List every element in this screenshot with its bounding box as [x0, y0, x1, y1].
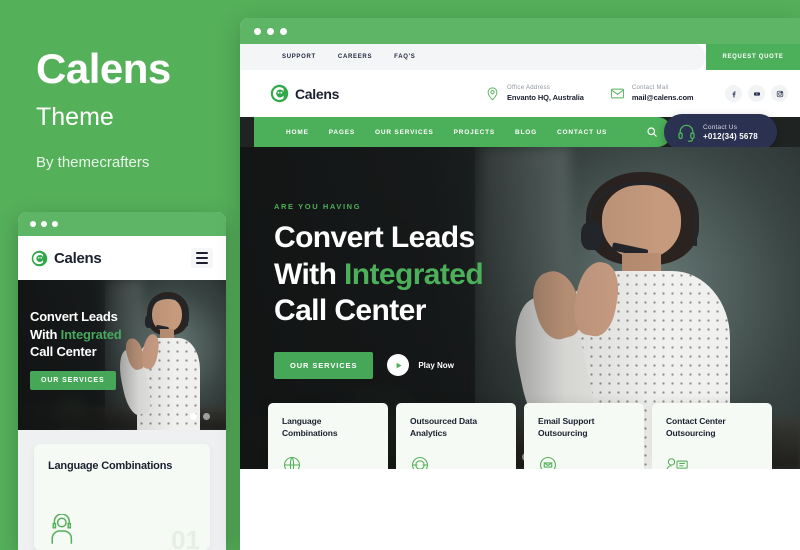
headset-icon [678, 124, 695, 142]
promo-byline: By themecrafters [36, 154, 150, 171]
nav-link-blog[interactable]: BLOG [515, 129, 537, 136]
site-header: Calens Office Address Envanto HQ, Austra… [240, 70, 800, 117]
agent-headset-icon [51, 514, 73, 544]
play-now-label: Play Now [418, 360, 454, 370]
mobile-header: Calens [18, 236, 226, 280]
service-card[interactable]: Outsourced Data Analytics [396, 403, 516, 469]
hero-line2: With Integrated [274, 257, 484, 291]
site-logo-text: Calens [295, 85, 340, 102]
service-card-title: Contact Center Outsourcing [666, 416, 726, 438]
envelope-icon [610, 88, 624, 99]
mail-label: Contact Mail [631, 85, 669, 91]
service-card[interactable]: Contact Center Outsourcing [652, 403, 772, 469]
site-nav-bar: HOME PAGES OUR SERVICES PROJECTS BLOG CO… [240, 114, 800, 150]
hero-actions: OUR SERVICES Play Now [274, 351, 483, 379]
mobile-mockup: Calens Convert Leads With Integrated Cal… [18, 212, 226, 550]
service-card[interactable]: Language Combinations [268, 403, 388, 469]
mobile-logo-text: Calens [54, 249, 102, 267]
facebook-icon[interactable] [725, 85, 742, 102]
mobile-hero-text: Convert Leads With Integrated Call Cente… [30, 308, 122, 390]
window-dot-minimize[interactable] [41, 221, 47, 227]
nav-link-pages[interactable]: PAGES [329, 129, 355, 136]
hero-highlight: Integrated [344, 257, 484, 291]
mobile-titlebar [18, 212, 226, 236]
mobile-our-services-button[interactable]: OUR SERVICES [30, 370, 116, 390]
nav-link-our-services[interactable]: OUR SERVICES [375, 129, 434, 136]
promo-subtitle: Theme [36, 103, 114, 131]
topbar-link-careers[interactable]: CAREERS [338, 54, 372, 60]
window-dot-maximize[interactable] [280, 27, 287, 35]
topbar-links: SUPPORT CAREERS FAQ'S [240, 44, 706, 70]
mobile-service-card-number: 01 [171, 525, 200, 550]
mobile-hero-line1: Convert Leads [30, 309, 118, 324]
desktop-browser-mockup: SUPPORT CAREERS FAQ'S REQUEST QUOTE Cale… [240, 18, 800, 550]
desktop-titlebar [240, 18, 800, 44]
service-card-title: Email Support Outsourcing [538, 416, 595, 438]
mobile-logo[interactable]: Calens [31, 249, 102, 267]
mobile-carousel-dot-1[interactable] [190, 413, 197, 420]
play-now-control[interactable]: Play Now [387, 354, 454, 377]
social-links [725, 85, 788, 102]
hero-content: ARE YOU HAVING Convert Leads With Integr… [274, 202, 484, 379]
hamburger-icon[interactable] [191, 248, 213, 268]
window-dot-close[interactable] [254, 27, 261, 35]
mobile-hero-highlight: Integrated [60, 326, 122, 342]
phone-widget-number: +012(34) 5678 [703, 131, 758, 141]
agent-monitor-icon [666, 458, 688, 469]
search-icon[interactable] [646, 126, 658, 138]
topbar-link-faqs[interactable]: FAQ'S [394, 54, 415, 60]
window-dot-maximize[interactable] [52, 221, 58, 227]
service-cards-strip: Language Combinations Outsourced Data An… [240, 403, 800, 469]
mobile-service-card-title: Language Combinations [48, 460, 173, 472]
header-info-mail: Contact Mail mail@calens.com [610, 85, 694, 102]
site-topbar: SUPPORT CAREERS FAQ'S REQUEST QUOTE [240, 44, 800, 70]
header-info-address: Office Address Envanto HQ, Australia [485, 85, 584, 102]
mail-circle-icon [539, 456, 557, 469]
calens-logo-icon [31, 250, 48, 266]
mail-value: mail@calens.com [631, 93, 694, 102]
service-card-title: Outsourced Data Analytics [410, 416, 477, 438]
globe-outline-icon [283, 456, 301, 469]
play-icon [387, 354, 410, 377]
request-quote-button[interactable]: REQUEST QUOTE [706, 44, 800, 70]
nav-link-projects[interactable]: PROJECTS [454, 129, 495, 136]
mobile-carousel-dots [190, 413, 210, 420]
instagram-icon[interactable] [771, 85, 788, 102]
window-dot-close[interactable] [30, 221, 36, 227]
mobile-service-card[interactable]: Language Combinations 01 [34, 444, 210, 550]
youtube-icon[interactable] [748, 85, 765, 102]
nav-link-contact-us[interactable]: CONTACT US [557, 129, 607, 136]
mobile-hero-line2: With Integrated [30, 326, 122, 342]
page-title: Calens [36, 45, 171, 92]
service-card-title: Language Combinations [282, 416, 338, 438]
calens-logo-icon [270, 84, 289, 103]
hero-line1: Convert Leads [274, 221, 475, 254]
hero-eyebrow: ARE YOU HAVING [274, 202, 362, 211]
mobile-services-section: Language Combinations 01 [18, 430, 226, 550]
service-card[interactable]: Email Support Outsourcing [524, 403, 644, 469]
nav-link-home[interactable]: HOME [286, 129, 309, 136]
address-value: Envanto HQ, Australia [507, 93, 584, 102]
hero-heading: Convert Leads With Integrated Call Cente… [274, 220, 484, 330]
topbar-link-support[interactable]: SUPPORT [282, 54, 316, 60]
location-pin-icon [487, 87, 498, 101]
our-services-button[interactable]: OUR SERVICES [274, 351, 374, 379]
contact-phone-widget[interactable]: Contact Us +012(34) 5678 [664, 114, 777, 150]
phone-widget-label: Contact Us [703, 123, 738, 131]
mobile-hero: Convert Leads With Integrated Call Cente… [18, 280, 226, 430]
mobile-carousel-dot-2[interactable] [203, 413, 210, 420]
address-label: Office Address [507, 85, 551, 91]
mobile-hero-line3: Call Center [30, 344, 97, 360]
window-dot-minimize[interactable] [267, 27, 274, 35]
main-navigation: HOME PAGES OUR SERVICES PROJECTS BLOG CO… [254, 117, 672, 147]
hero-section: ARE YOU HAVING Convert Leads With Integr… [240, 147, 800, 469]
hero-line3: Call Center [274, 294, 426, 328]
data-circle-icon [411, 456, 429, 469]
site-logo[interactable]: Calens [270, 84, 485, 103]
